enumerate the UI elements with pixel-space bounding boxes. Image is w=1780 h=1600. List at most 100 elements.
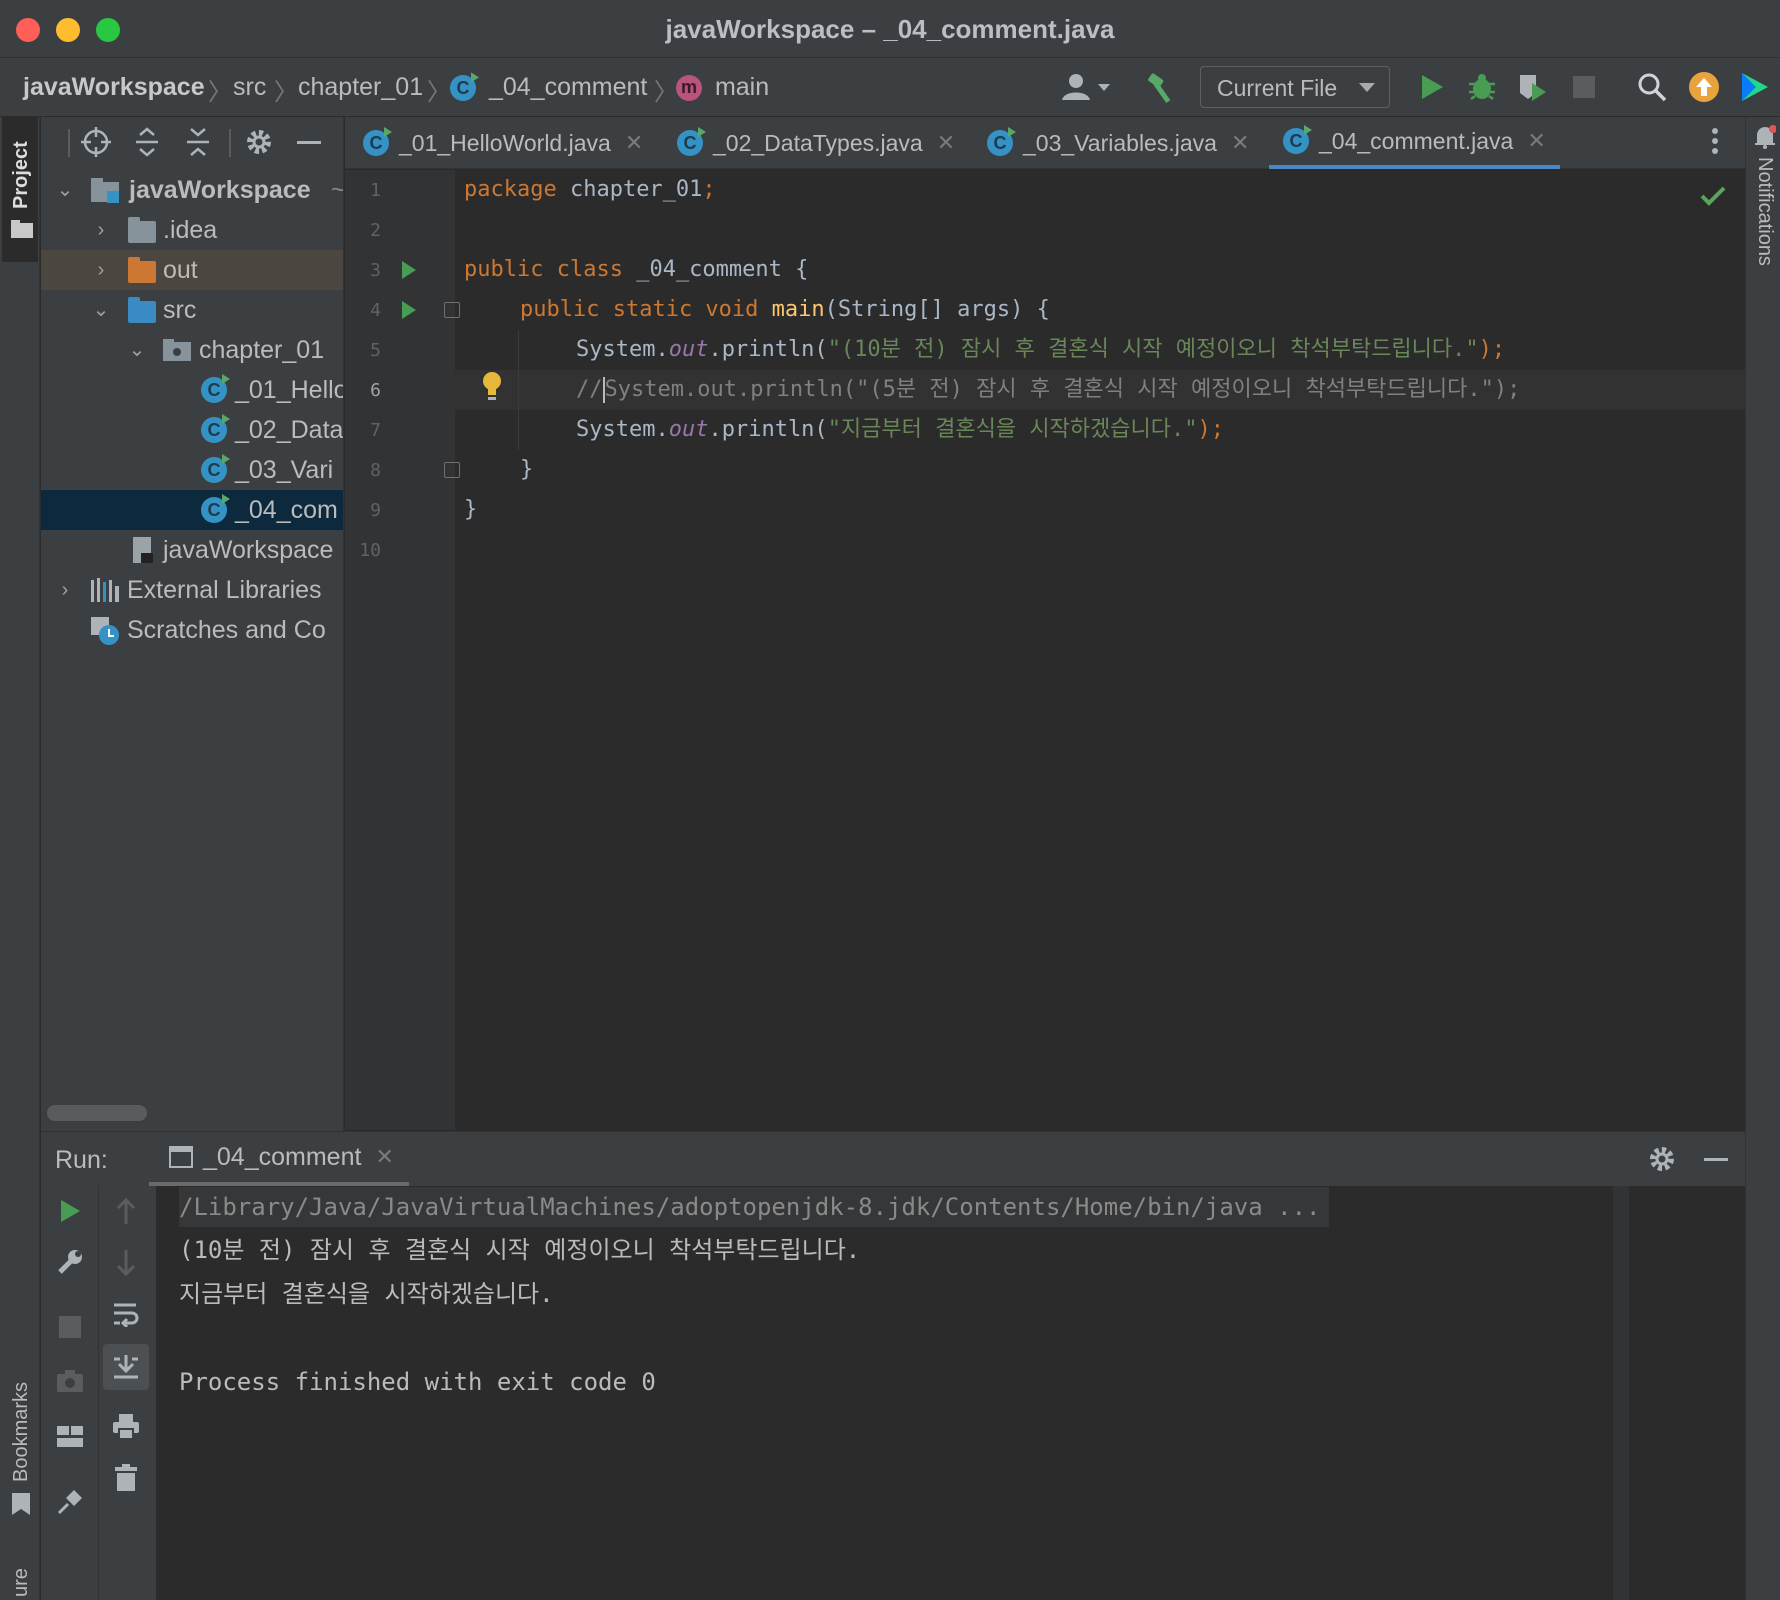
chevron-down-icon[interactable]: ⌄ [127, 340, 147, 360]
breadcrumb-src[interactable]: src [233, 73, 266, 102]
tab-helloworld[interactable]: C _01_HelloWorld.java ✕ [363, 117, 643, 169]
chevron-down-icon[interactable]: ⌄ [55, 180, 75, 200]
tab-variables[interactable]: C _03_Variables.java ✕ [987, 117, 1249, 169]
tree-item-out[interactable]: › out [41, 250, 343, 290]
breadcrumb-package[interactable]: chapter_01 [298, 73, 423, 102]
chevron-right-icon[interactable]: › [91, 220, 111, 240]
java-class-icon: C [201, 457, 227, 483]
run-tab[interactable]: _04_comment ✕ [149, 1132, 409, 1186]
line-number: 8 [370, 460, 381, 481]
lightbulb-icon[interactable] [482, 371, 502, 401]
chevron-right-icon[interactable]: › [55, 580, 75, 600]
run-header: Run: _04_comment ✕ [41, 1132, 1745, 1186]
layout-icon[interactable] [55, 1426, 85, 1456]
navigation-bar: javaWorkspace 〉 src 〉 chapter_01 〉 C _04… [0, 58, 1780, 117]
inspection-ok-check-icon[interactable] [1700, 182, 1730, 212]
method-icon: m [676, 75, 702, 102]
comment-prefix: // [576, 377, 603, 402]
tree-item-external-libraries[interactable]: › External Libraries [41, 570, 343, 610]
java-class-icon: C [201, 417, 227, 443]
console-output[interactable]: /Library/Java/JavaVirtualMachines/adopto… [157, 1186, 1745, 1600]
gear-icon[interactable] [244, 127, 274, 157]
stop-icon[interactable] [1564, 66, 1604, 108]
class-icon: C [450, 75, 476, 102]
horizontal-scrollbar[interactable] [47, 1105, 147, 1121]
collapse-all-icon[interactable] [183, 127, 213, 157]
trash-icon[interactable] [111, 1464, 141, 1494]
tree-item-iml[interactable]: javaWorkspace [41, 530, 343, 570]
tab-comment[interactable]: C _04_comment.java ✕ [1269, 117, 1560, 169]
pin-icon[interactable] [55, 1488, 85, 1518]
stop-icon[interactable] [55, 1316, 85, 1346]
hide-minus-icon[interactable] [294, 127, 324, 157]
update-arrow-icon[interactable] [1684, 66, 1724, 108]
breadcrumb-method[interactable]: m main [676, 73, 769, 102]
debug-bug-icon[interactable] [1462, 66, 1502, 108]
tree-item-root[interactable]: ⌄ javaWorkspace ~ [41, 170, 343, 210]
notifications-tool-label: Notifications [1754, 157, 1776, 266]
code-line-7: System.out.println("지금부터 결혼식을 시작하겠습니다.")… [576, 410, 1224, 450]
run-configuration-label: Current File [1217, 75, 1338, 101]
project-tree-panel: ⌄ javaWorkspace ~ › .idea › out ⌄ src ⌄ … [41, 117, 344, 1131]
toolbar-divider [229, 129, 231, 157]
run-method-gutter-icon[interactable] [402, 301, 416, 319]
breadcrumb-class-label: _04_comment [488, 73, 648, 101]
tree-item-idea[interactable]: › .idea [41, 210, 343, 250]
module-file-icon [133, 537, 153, 563]
rerun-icon[interactable] [55, 1198, 85, 1228]
keyword: public static void [520, 297, 759, 322]
breadcrumb-project[interactable]: javaWorkspace [23, 73, 205, 102]
print-icon[interactable] [111, 1414, 141, 1444]
wrench-icon[interactable] [55, 1248, 85, 1278]
close-icon[interactable]: ✕ [625, 130, 643, 156]
gear-icon[interactable] [1647, 1144, 1677, 1174]
structure-tool-window-button[interactable]: ure [2, 1557, 38, 1600]
left-tool-stripe: Project Bookmarks ure [0, 117, 40, 1600]
tree-item-chapter[interactable]: ⌄ chapter_01 [41, 330, 343, 370]
vertical-scrollbar[interactable] [1613, 1186, 1629, 1600]
camera-icon[interactable] [55, 1369, 85, 1399]
run-icon[interactable] [1412, 66, 1452, 108]
tab-options-menu-icon[interactable] [1711, 127, 1731, 159]
tree-item-file[interactable]: C _01_Hello [41, 370, 343, 410]
arrow-down-icon[interactable] [111, 1248, 141, 1278]
fold-marker-icon[interactable] [444, 462, 460, 478]
console-command-line: /Library/Java/JavaVirtualMachines/adopto… [179, 1187, 1329, 1227]
tree-item-src[interactable]: ⌄ src [41, 290, 343, 330]
tree-item-file[interactable]: C _02_Data [41, 410, 343, 450]
hide-minus-icon[interactable] [1701, 1144, 1731, 1174]
breadcrumb-class[interactable]: C _04_comment [450, 73, 647, 102]
arrow-up-icon[interactable] [111, 1197, 141, 1228]
code-line-8: } [520, 450, 533, 490]
code-text: ); [1197, 417, 1225, 442]
close-icon[interactable]: ✕ [1231, 130, 1249, 156]
run-class-gutter-icon[interactable] [402, 261, 416, 279]
java-class-icon: C [201, 497, 227, 523]
fold-marker-icon[interactable] [444, 302, 460, 318]
expand-all-icon[interactable] [132, 127, 162, 157]
bookmarks-tool-window-button[interactable]: Bookmarks [2, 1357, 38, 1522]
search-icon[interactable] [1632, 66, 1672, 108]
close-icon[interactable]: ✕ [1527, 128, 1545, 154]
tab-datatypes[interactable]: C _02_DataTypes.java ✕ [677, 117, 955, 169]
string-literal: "(10분 전) 잠시 후 결혼식 시작 예정이오니 착석부탁드립니다." [827, 337, 1479, 362]
java-class-icon: C [201, 377, 227, 403]
code-with-me-icon[interactable] [1734, 66, 1774, 108]
breadcrumb-separator: 〉 [654, 79, 678, 106]
notifications-tool-window-button[interactable]: Notifications [1746, 117, 1780, 307]
close-icon[interactable]: ✕ [375, 1144, 393, 1170]
close-icon[interactable]: ✕ [937, 130, 955, 156]
scroll-to-end-icon[interactable] [103, 1344, 149, 1390]
soft-wrap-icon[interactable] [111, 1301, 141, 1331]
user-menu-icon[interactable] [1058, 66, 1114, 108]
chevron-right-icon[interactable]: › [91, 260, 111, 280]
run-configuration-dropdown[interactable]: Current File [1200, 66, 1390, 108]
tree-item-file[interactable]: C _03_Vari [41, 450, 343, 490]
build-hammer-icon[interactable] [1140, 66, 1184, 108]
tree-item-scratches[interactable]: Scratches and Co [41, 610, 343, 650]
chevron-down-icon[interactable]: ⌄ [91, 300, 111, 320]
coverage-icon[interactable] [1512, 66, 1552, 108]
project-tool-window-button[interactable]: Project [2, 117, 38, 262]
tree-item-file-selected[interactable]: C _04_com [41, 490, 343, 530]
locate-target-icon[interactable] [81, 127, 111, 157]
